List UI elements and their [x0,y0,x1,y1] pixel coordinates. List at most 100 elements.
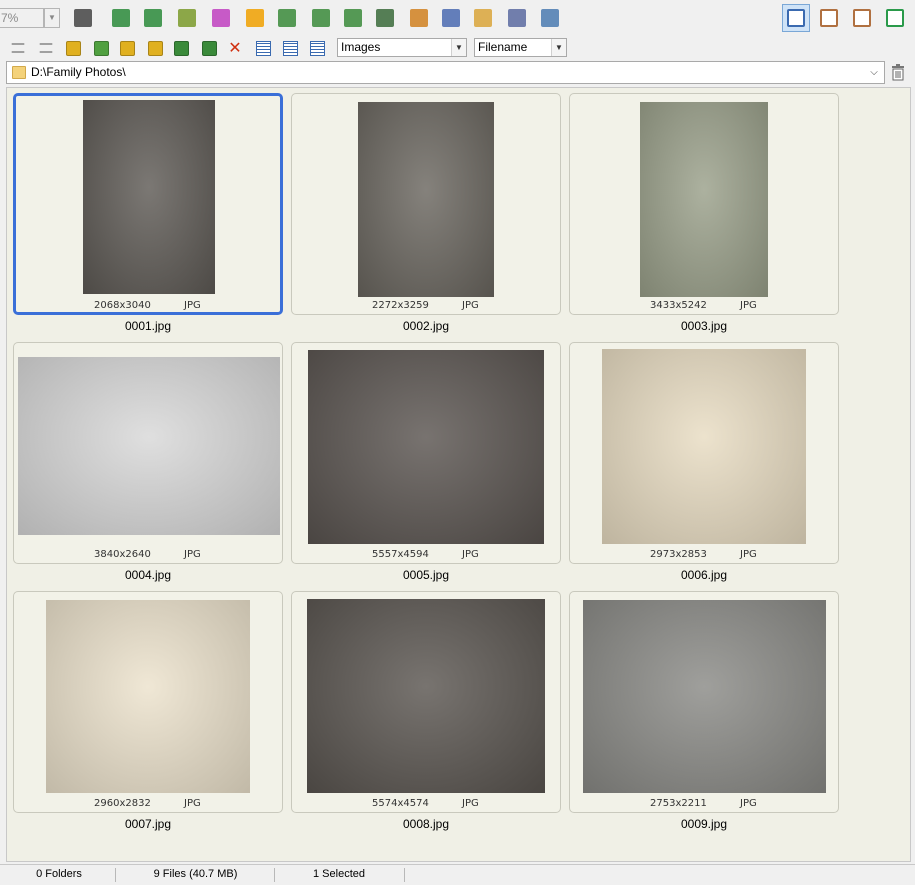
thumbnail-image [358,102,494,297]
rotate-left-button[interactable] [308,5,334,31]
trash-icon[interactable] [890,64,906,81]
resize-button[interactable] [140,5,166,31]
thumbnails-view-button[interactable] [782,4,810,32]
list-button[interactable] [307,38,327,58]
refresh-folder-button[interactable] [91,38,111,58]
status-bar: 0 Folders 9 Files (40.7 MB) 1 Selected [0,864,915,885]
screen-icon [410,9,428,27]
thumbnail-filename: 0004.jpg [124,568,172,582]
thumbnail-image [640,102,768,297]
thumbnail-item[interactable]: 2753x2211 JPG [569,591,839,813]
rotate-right-icon [344,9,362,27]
compare-button[interactable] [372,5,398,31]
thumbnail-dimensions: 5557x4594 [372,549,429,560]
thumbnail-item[interactable]: 5574x4574 JPG [291,591,561,813]
zoom-dropdown-button[interactable]: ▼ [44,8,60,28]
parent-folder-icon [65,40,81,56]
new-folder-icon [147,40,163,56]
thumbnail-filetype: JPG [740,798,757,809]
fullscreen-view-button[interactable] [848,4,876,32]
thumbnail-view[interactable]: 2068x3040 JPG 0001.jpg 2272x3259 JPG 0002.jpg… [6,87,911,862]
status-selected: 1 Selected [313,868,365,880]
chevron-down-icon[interactable]: ⌵ [867,65,881,80]
print-button[interactable] [504,5,530,31]
thumbnail-dimensions: 3433x5242 [650,300,707,311]
copy-to-folder-button[interactable] [171,38,191,58]
thumbnail-filetype: JPG [184,300,201,311]
zoom-input[interactable]: 7% [0,8,44,28]
move-to-folder-icon [201,40,217,56]
thumbnail-filetype: JPG [740,300,757,311]
move-to-folder-button[interactable] [199,38,219,58]
thumbnail-image [583,600,826,793]
thumbnail-image [46,600,250,793]
thumbnail-item[interactable]: 2960x2832 JPG [13,591,283,813]
thumbnail-filetype: JPG [184,798,201,809]
status-divider [404,868,405,882]
email-icon [474,9,492,27]
crop-button[interactable] [174,5,200,31]
email-button[interactable] [470,5,496,31]
thumbnail-item[interactable]: 2973x2853 JPG [569,342,839,564]
thumbnail-dimensions: 2272x3259 [372,300,429,311]
thumbnails-icon [255,40,271,56]
details-icon [282,40,298,56]
thumbnail-filename: 0008.jpg [402,817,450,831]
address-path: D:\Family Photos\ [31,65,126,79]
refresh-folder-icon [93,40,109,56]
rotate-right-button[interactable] [340,5,366,31]
options-icon [541,9,559,27]
fullscreen-view-icon [853,9,871,27]
screen-button[interactable] [406,5,432,31]
thumbnail-item[interactable]: 2068x3040 JPG [13,93,283,315]
thumbnail-filetype: JPG [184,549,201,560]
hand-tool-button[interactable] [70,5,96,31]
details-button[interactable] [280,38,300,58]
parent-folder-button[interactable] [63,38,83,58]
back-button[interactable] [8,38,28,58]
thumbnail-item[interactable]: 2272x3259 JPG [291,93,561,315]
options-button[interactable] [537,5,563,31]
preview-view-icon [820,9,838,27]
resize-icon [144,9,162,27]
thumbnail-item[interactable]: 5557x4594 JPG [291,342,561,564]
slideshow-button[interactable] [108,5,134,31]
thumbnail-filename: 0005.jpg [402,568,450,582]
crop-icon [178,9,196,27]
address-bar[interactable]: D:\Family Photos\ ⌵ [6,61,885,84]
thumbnail-filetype: JPG [740,549,757,560]
thumbnail-image [307,599,545,793]
thumbnail-item[interactable]: 3840x2640 JPG [13,342,283,564]
view-filter-select[interactable]: Images ▼ [337,38,467,57]
thumbnail-filename: 0007.jpg [124,817,172,831]
forward-icon [39,43,53,53]
favorite-folder-icon [119,40,135,56]
browser-toolbar: ✕ Images ▼ Filename ▼ [0,36,915,60]
maximize-button[interactable] [881,4,909,32]
thumbnail-filename: 0002.jpg [402,319,450,333]
thumbnail-dimensions: 2753x2211 [650,798,707,809]
preview-view-button[interactable] [815,4,843,32]
favorite-folder-button[interactable] [117,38,137,58]
sort-select[interactable]: Filename ▼ [474,38,567,57]
scan-button[interactable] [438,5,464,31]
new-folder-button[interactable] [145,38,165,58]
thumbnails-button[interactable] [253,38,273,58]
brightness-button[interactable] [242,5,268,31]
delete-button[interactable]: ✕ [225,38,245,58]
thumbnail-image [18,357,280,535]
thumbnail-item[interactable]: 3433x5242 JPG [569,93,839,315]
thumbnail-image [308,350,544,544]
color-button[interactable] [208,5,234,31]
forward-button[interactable] [36,38,56,58]
print-icon [508,9,526,27]
hand-tool-icon [74,9,92,27]
folder-icon [12,66,26,79]
chevron-down-icon: ▼ [551,39,566,56]
thumbnail-image [83,100,215,294]
stamp-button[interactable] [274,5,300,31]
compare-icon [376,9,394,27]
thumbnail-image [602,349,806,544]
delete-icon: ✕ [228,39,242,57]
thumbnails-view-icon [787,9,805,27]
